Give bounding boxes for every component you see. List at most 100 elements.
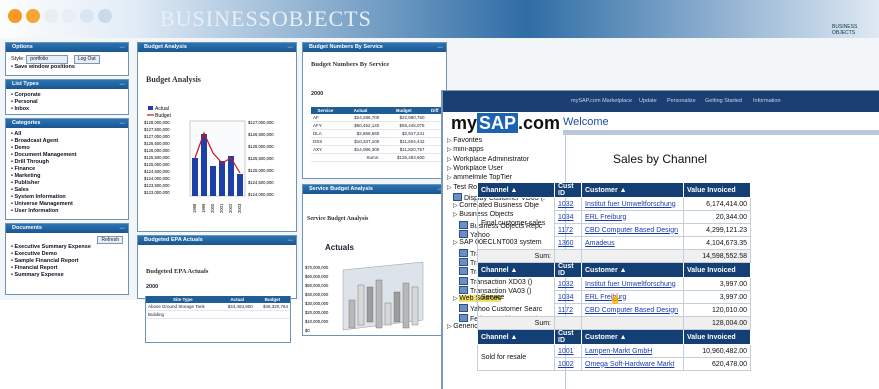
- budgeted-epa-panel: Budgeted EPA Actuals ▫▫▫ Budgeted EPA Act…: [137, 235, 297, 299]
- column-header[interactable]: Customer ▲: [581, 182, 684, 198]
- document-item[interactable]: • Executive Summary Expense: [11, 244, 123, 251]
- table-cell: $14,086,300: [339, 145, 382, 154]
- window-controls-icon[interactable]: ▫▫▫: [120, 225, 125, 234]
- customer-link[interactable]: Lampen-Markt GmbH: [581, 344, 684, 358]
- refresh-button[interactable]: Refresh: [97, 236, 123, 244]
- column-header[interactable]: Cust ID: [554, 262, 582, 278]
- document-item[interactable]: • Sample Financial Report: [11, 258, 123, 265]
- table-row: Building: [146, 310, 290, 319]
- window-controls-icon[interactable]: ▫▫▫: [288, 237, 293, 246]
- customer-link[interactable]: Amadeus: [581, 236, 684, 250]
- customer-link[interactable]: ERL Freiburg: [581, 290, 684, 304]
- customer-link[interactable]: Institut fuer Umweltforschung: [581, 277, 684, 291]
- cust-id-link[interactable]: 1172: [554, 223, 582, 237]
- y-axis-tick: $10,000,000: [305, 319, 329, 324]
- column-header[interactable]: Value Invoiced: [683, 262, 751, 278]
- table-row: DLA $2,868,660 $2,917,241: [311, 129, 443, 138]
- category-item[interactable]: • Broadcast Agent: [11, 138, 123, 145]
- column-header: Budget: [254, 296, 290, 303]
- bo-header: BUSINESSOBJECTS BUSINESS OBJECTS: [0, 0, 879, 38]
- column-header[interactable]: Channel ▲: [477, 182, 555, 198]
- 3d-bar: [375, 279, 383, 329]
- cust-id-link[interactable]: 1034: [554, 290, 582, 304]
- category-item[interactable]: • Document Management: [11, 152, 123, 159]
- budgeted-epa-table: Site Type Actual Budget Above Ground Storag…: [146, 296, 290, 319]
- table-row: AXY $14,086,300 $11,820,757: [311, 145, 443, 154]
- document-item[interactable]: • Summary Expense: [11, 272, 123, 279]
- document-item[interactable]: • Executive Demo: [11, 251, 123, 258]
- cust-id-link[interactable]: 1002: [554, 357, 582, 371]
- window-controls-icon[interactable]: ▫▫▫: [120, 81, 125, 90]
- column-header[interactable]: Channel ▲: [477, 329, 555, 345]
- budget-numbers-table: Service Actual Budget Diff AF $24,286,700 $22,…: [311, 107, 443, 162]
- sum-row: Sum: 128,004.00: [477, 316, 751, 330]
- bo-brand: BUSINESS OBJECTS: [832, 24, 858, 36]
- customer-link[interactable]: Omega Soft-Hardware Markt: [581, 357, 684, 371]
- window-controls-icon[interactable]: ▫▫▫: [120, 120, 125, 129]
- column-header[interactable]: Channel ▲: [477, 262, 555, 278]
- tree-item[interactable]: ▷ Workplace Administrator: [447, 156, 565, 164]
- tree-item[interactable]: ▷ mini-apps: [447, 146, 565, 154]
- customer-link[interactable]: ERL Freiburg: [581, 210, 684, 224]
- sum-label: Sum:: [477, 249, 555, 263]
- cust-id-link[interactable]: 1032: [554, 277, 582, 291]
- cust-id-link[interactable]: 1034: [554, 210, 582, 224]
- tree-item[interactable]: ▷ ammelmile TopTier: [447, 174, 565, 182]
- categories-header: Categories ▫▫▫: [6, 119, 128, 128]
- cust-id-link[interactable]: 1360: [554, 236, 582, 250]
- category-item[interactable]: • Universe Management: [11, 201, 123, 208]
- list-type-item[interactable]: • Personal: [11, 99, 123, 106]
- logo-com: .com: [518, 113, 561, 133]
- nav-marketplace[interactable]: mySAP.com Marketplace: [571, 98, 632, 104]
- 3d-bar: [357, 284, 365, 326]
- actual-bar: [237, 174, 243, 196]
- customer-link[interactable]: Institut fuer Umweltforschung: [581, 197, 684, 211]
- category-item[interactable]: • Marketing: [11, 173, 123, 180]
- column-header[interactable]: Cust ID: [554, 329, 582, 345]
- category-item[interactable]: • Demo: [11, 145, 123, 152]
- column-header[interactable]: Value Invoiced: [683, 182, 751, 198]
- customer-link[interactable]: CBD Computer Based Design: [581, 223, 684, 237]
- list-type-item[interactable]: • Inbox: [11, 106, 123, 113]
- tree-item[interactable]: ▷ Favorites: [447, 137, 565, 145]
- column-header[interactable]: Value Invoiced: [683, 329, 751, 345]
- cust-id-link[interactable]: 1172: [554, 303, 582, 317]
- column-header[interactable]: Customer ▲: [581, 262, 684, 278]
- column-header[interactable]: Cust ID: [554, 182, 582, 198]
- column-header[interactable]: Customer ▲: [581, 329, 684, 345]
- category-item[interactable]: • System Information: [11, 194, 123, 201]
- category-item[interactable]: • Finance: [11, 166, 123, 173]
- budgeted-epa-title: Budgeted EPA Actuals: [146, 268, 209, 275]
- window-controls-icon[interactable]: ▫▫▫: [288, 44, 293, 53]
- nav-getting-started[interactable]: Getting Started: [705, 98, 742, 104]
- category-item[interactable]: • All: [11, 131, 123, 138]
- 3d-bar: [402, 282, 410, 329]
- 3d-bar: [366, 286, 374, 323]
- category-item[interactable]: • Drill Through: [11, 159, 123, 166]
- value-invoiced-cell: 3,997.00: [683, 290, 751, 304]
- document-item[interactable]: • Financial Report: [11, 265, 123, 272]
- table-cell: [311, 153, 340, 162]
- save-positions-link[interactable]: • Save window positions: [11, 64, 123, 71]
- nav-information[interactable]: Information: [753, 98, 781, 104]
- sap-top-nav: mySAP.com Marketplace Update Personalize…: [443, 91, 879, 112]
- style-select[interactable]: portfolio: [26, 55, 69, 64]
- bo-title: BUSINESSOBJECTS: [160, 6, 372, 31]
- nav-personalize[interactable]: Personalize: [667, 98, 696, 104]
- tree-item[interactable]: ▷ Workplace User: [447, 165, 565, 173]
- legend-budget-label: Budget: [155, 113, 171, 119]
- customer-link[interactable]: CBD Computer Based Design: [581, 303, 684, 317]
- nav-update[interactable]: Update: [639, 98, 657, 104]
- orange-dot-icon: [8, 9, 22, 23]
- window-controls-icon[interactable]: ▫▫▫: [438, 44, 443, 53]
- list-type-item[interactable]: • Corporate: [11, 92, 123, 99]
- x-axis-label: 2000: [210, 203, 215, 213]
- logout-button[interactable]: Log Out: [73, 55, 100, 64]
- cust-id-link[interactable]: 1001: [554, 344, 582, 358]
- cust-id-link[interactable]: 1032: [554, 197, 582, 211]
- category-item[interactable]: • Publisher: [11, 180, 123, 187]
- window-controls-icon[interactable]: ▫▫▫: [120, 44, 125, 53]
- x-axis-label: 1998: [192, 203, 197, 213]
- category-item[interactable]: • User Information: [11, 208, 123, 215]
- category-item[interactable]: • Sales: [11, 187, 123, 194]
